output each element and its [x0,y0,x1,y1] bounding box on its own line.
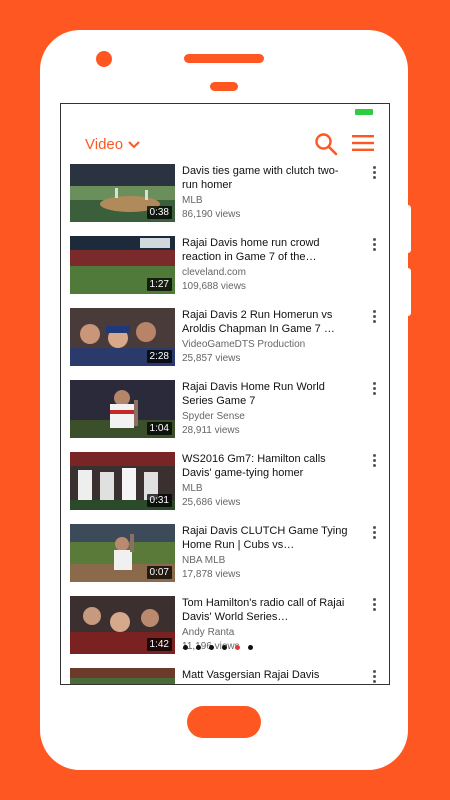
video-title: Matt Vasgersian Rajai Davis [182,669,320,681]
video-title: Rajai Davis CLUTCH Game Tying Home Run |… [182,525,348,551]
video-thumbnail[interactable]: 0:38 [70,164,175,222]
more-options-icon[interactable] [367,164,381,184]
video-channel: Spyder Sense [182,411,245,422]
video-channel: Andy Ranta [182,627,235,638]
list-item[interactable]: 2:28 Rajai Davis 2 Run Homerun vs Aroldi… [61,308,389,380]
page-dot[interactable] [222,645,227,650]
more-options-icon[interactable] [367,524,381,544]
duration-badge: 1:27 [146,278,172,291]
hamburger-menu-icon[interactable] [352,134,374,152]
chevron-down-icon [128,140,140,148]
battery-icon [355,109,373,115]
list-item[interactable]: Matt Vasgersian Rajai Davis [61,668,389,684]
video-info[interactable]: WS2016 Gm7: Hamilton calls Davis' game-t… [182,452,352,510]
video-info[interactable]: Matt Vasgersian Rajai Davis [182,668,352,684]
video-title: WS2016 Gm7: Hamilton calls Davis' game-t… [182,453,326,479]
list-item[interactable]: 1:27 Rajai Davis home run crowd reaction… [61,236,389,308]
video-info[interactable]: Rajai Davis 2 Run Homerun vs Aroldis Cha… [182,308,352,366]
page-dot[interactable] [209,645,214,650]
video-thumbnail[interactable] [70,668,175,684]
video-dropdown[interactable]: Video [85,136,140,153]
video-title: Davis ties game with clutch two-run home… [182,165,339,191]
camera-dot [96,51,112,67]
side-button-lower [406,268,411,316]
page-dot[interactable] [196,645,201,650]
video-info[interactable]: Rajai Davis CLUTCH Game Tying Home Run |… [182,524,352,582]
video-thumbnail[interactable]: 1:42 [70,596,175,654]
video-info[interactable]: Rajai Davis Home Run World Series Game 7… [182,380,352,438]
list-item[interactable]: 0:38 Davis ties game with clutch two-run… [61,164,389,236]
duration-badge: 0:31 [146,494,172,507]
list-item[interactable]: 1:42 Tom Hamilton's radio call of Rajai … [61,596,389,668]
page-dot-active[interactable] [235,645,240,650]
more-options-icon[interactable] [367,236,381,256]
duration-badge: 2:28 [146,350,172,363]
list-item[interactable]: 0:07 Rajai Davis CLUTCH Game Tying Home … [61,524,389,596]
video-channel: MLB [182,483,203,494]
duration-badge: 0:38 [146,206,172,219]
video-channel: VideoGameDTS Production [182,339,306,350]
video-views: 28,911 views [182,425,240,436]
page-dot[interactable] [248,645,253,650]
video-views: 25,686 views [182,497,241,508]
side-button-upper [406,205,411,253]
video-views: 25,857 views [182,353,241,364]
more-options-icon[interactable] [367,668,381,684]
video-info[interactable]: Rajai Davis home run crowd reaction in G… [182,236,352,294]
more-options-icon[interactable] [367,596,381,616]
more-options-icon[interactable] [367,308,381,328]
video-info[interactable]: Davis ties game with clutch two-run home… [182,164,352,222]
more-options-icon[interactable] [367,452,381,472]
video-title: Rajai Davis 2 Run Homerun vs Aroldis Cha… [182,309,335,335]
video-title: Tom Hamilton's radio call of Rajai Davis… [182,597,345,623]
more-options-icon[interactable] [367,380,381,400]
video-channel: NBA MLB [182,555,226,566]
list-item[interactable]: 1:04 Rajai Davis Home Run World Series G… [61,380,389,452]
sensor-bar [210,82,238,91]
duration-badge: 0:07 [146,566,172,579]
list-item[interactable]: 0:31 WS2016 Gm7: Hamilton calls Davis' g… [61,452,389,524]
video-thumbnail[interactable]: 2:28 [70,308,175,366]
app-screen: Video 0:38 Davis ties game with clutch t… [60,103,390,685]
duration-badge: 1:42 [146,638,172,651]
video-views: 109,688 views [182,281,246,292]
video-title: Rajai Davis Home Run World Series Game 7 [182,381,325,407]
toolbar: Video [61,122,389,166]
video-thumbnail[interactable]: 0:31 [70,452,175,510]
speaker-grille [184,54,264,63]
video-thumbnail[interactable]: 1:27 [70,236,175,294]
thumbnail-image [70,668,175,684]
home-button[interactable] [187,706,261,738]
video-thumbnail[interactable]: 0:07 [70,524,175,582]
search-icon[interactable] [314,132,338,156]
page-dot[interactable] [183,645,188,650]
duration-badge: 1:04 [146,422,172,435]
page-indicator [183,645,253,650]
video-channel: cleveland.com [182,267,246,278]
video-views: 17,878 views [182,569,241,580]
video-views: 86,190 views [182,209,241,220]
video-dropdown-label: Video [85,136,124,153]
video-channel: MLB [182,195,203,206]
video-title: Rajai Davis home run crowd reaction in G… [182,237,320,263]
video-thumbnail[interactable]: 1:04 [70,380,175,438]
